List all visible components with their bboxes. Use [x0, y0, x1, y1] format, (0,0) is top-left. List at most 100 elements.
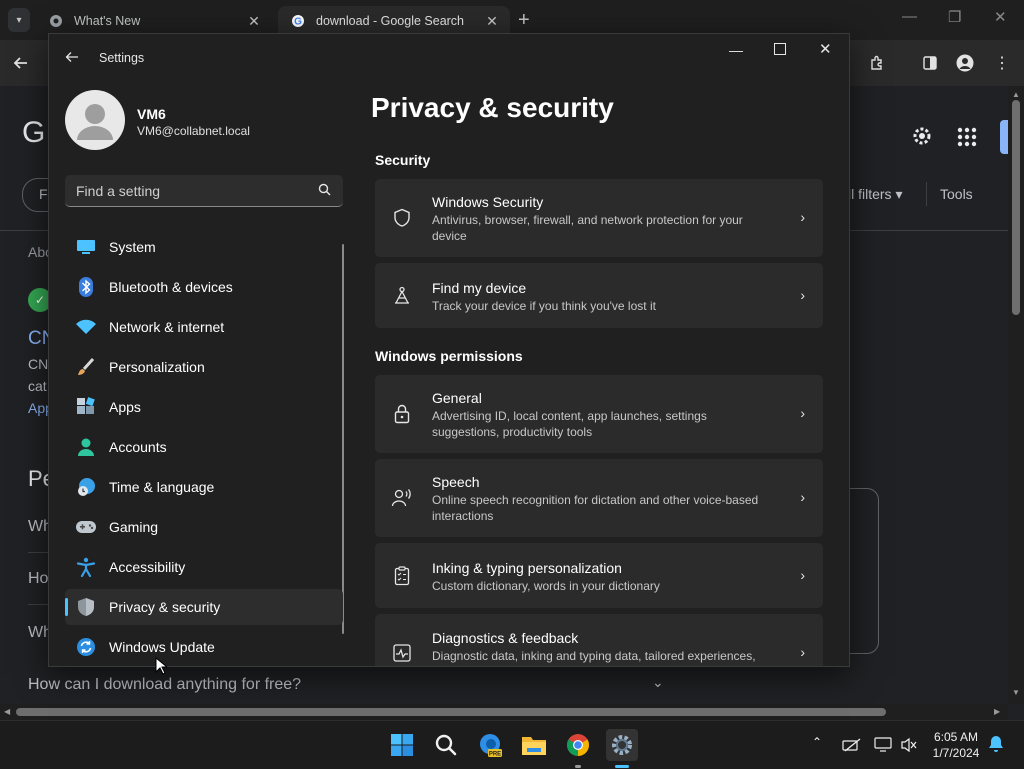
card-title: Windows Security: [432, 194, 544, 210]
card-description: Custom dictionary, words in your diction…: [432, 579, 660, 593]
brush-icon: [75, 356, 97, 378]
profile-icon[interactable]: [952, 50, 978, 76]
card-general[interactable]: General Advertising ID, local content, a…: [375, 375, 823, 453]
chrome-icon[interactable]: [562, 729, 594, 768]
horizontal-scrollbar[interactable]: ◀ ▶: [0, 704, 1008, 720]
tools-button[interactable]: Tools: [940, 186, 973, 202]
gamepad-icon: [75, 516, 97, 538]
chevron-right-icon: ›: [800, 644, 805, 660]
sidebar-item-apps[interactable]: Apps: [65, 389, 343, 425]
volume-muted-icon[interactable]: [900, 737, 918, 758]
chevron-right-icon: ›: [800, 287, 805, 303]
tab-search-dropdown[interactable]: ▾: [8, 8, 30, 32]
lock-icon: [389, 401, 415, 427]
sidebar-item-system[interactable]: System: [65, 229, 343, 265]
tab-whats-new[interactable]: What's New ✕: [36, 6, 272, 36]
chrome-icon: [48, 13, 64, 29]
bluetooth-icon: [75, 276, 97, 298]
card-title: Speech: [432, 474, 480, 490]
back-arrow-icon[interactable]: [65, 50, 81, 66]
card-speech[interactable]: Speech Online speech recognition for dic…: [375, 459, 823, 537]
more-menu-icon[interactable]: ⋮: [989, 50, 1015, 76]
sidebar-item-label: Network & internet: [109, 319, 225, 335]
edge-preview-icon[interactable]: PRE: [474, 729, 506, 761]
card-windows-security[interactable]: Windows Security Antivirus, browser, fir…: [375, 179, 823, 257]
apps-icon: [75, 396, 97, 418]
scrollbar-thumb[interactable]: [1012, 100, 1020, 315]
clock[interactable]: 6:05 AM 1/7/2024: [926, 729, 986, 761]
sidebar-item-privacy-security[interactable]: Privacy & security: [65, 589, 343, 625]
windows-logo-icon: [391, 734, 413, 756]
card-description: Online speech recognition for dictation …: [432, 493, 759, 523]
chevron-down-icon[interactable]: ⌄: [652, 674, 664, 691]
new-tab-button[interactable]: +: [518, 9, 530, 32]
card-description: Antivirus, browser, firewall, and networ…: [432, 213, 743, 243]
chevron-right-icon: ›: [800, 567, 805, 583]
faq-question[interactable]: Ho: [28, 570, 48, 588]
show-hidden-icons-chevron-icon[interactable]: ⌃: [812, 735, 822, 749]
search-input[interactable]: Find a setting: [65, 175, 343, 207]
divider: [28, 604, 48, 605]
tab-google-search[interactable]: G download - Google Search ✕: [278, 6, 510, 36]
sidebar-item-label: Personalization: [109, 359, 205, 375]
scroll-down-icon[interactable]: ▼: [1012, 688, 1020, 697]
sidebar-item-network[interactable]: Network & internet: [65, 309, 343, 345]
minimize-icon[interactable]: —: [729, 42, 743, 58]
section-heading: Security: [375, 152, 431, 168]
sidebar-item-gaming[interactable]: Gaming: [65, 509, 343, 545]
vertical-scrollbar[interactable]: ▲ ▼: [1008, 86, 1024, 704]
card-diagnostics-feedback[interactable]: Diagnostics & feedback Diagnostic data, …: [375, 614, 823, 666]
settings-app-icon[interactable]: [606, 729, 638, 768]
close-icon[interactable]: ✕: [819, 40, 832, 58]
notification-bell-icon[interactable]: [988, 735, 1004, 758]
card-find-my-device[interactable]: Find my device Track your device if you …: [375, 263, 823, 328]
card-description: Track your device if you think you've lo…: [432, 299, 656, 313]
scroll-left-icon[interactable]: ◀: [4, 707, 10, 716]
taskbar: PRE ⌃ 6:05 AM 1/7/2024: [0, 720, 1024, 769]
signin-button[interactable]: [1000, 120, 1008, 154]
sidebar-item-time-language[interactable]: Time & language: [65, 469, 343, 505]
user-email: VM6@collabnet.local: [137, 124, 250, 138]
result-snippet-line: cat: [28, 378, 47, 394]
page-title: Privacy & security: [371, 92, 614, 123]
scroll-up-icon[interactable]: ▲: [1012, 90, 1020, 99]
avatar[interactable]: [65, 90, 125, 150]
scroll-right-icon[interactable]: ▶: [994, 707, 1000, 716]
find-device-icon: [389, 283, 415, 309]
network-disconnected-icon[interactable]: [842, 737, 862, 758]
tab-close-icon[interactable]: ✕: [244, 13, 264, 30]
search-placeholder: Find a setting: [76, 183, 161, 199]
sidebar-item-personalization[interactable]: Personalization: [65, 349, 343, 385]
side-panel-card: [848, 488, 879, 654]
divider: [926, 182, 927, 206]
chevron-right-icon: ›: [800, 209, 805, 225]
extensions-icon[interactable]: [864, 50, 890, 76]
close-icon[interactable]: ✕: [994, 8, 1007, 26]
apps-grid-icon[interactable]: [956, 126, 978, 148]
sidebar-item-windows-update[interactable]: Windows Update: [65, 629, 343, 665]
window-title: Settings: [99, 51, 145, 65]
wifi-icon: [75, 316, 97, 338]
sidebar-item-label: Windows Update: [109, 639, 215, 655]
all-filters-button[interactable]: ll filters ▾: [848, 186, 902, 203]
file-explorer-icon[interactable]: [518, 729, 550, 761]
scrollbar-thumb[interactable]: [16, 708, 886, 716]
tab-close-icon[interactable]: ✕: [482, 13, 502, 30]
side-panel-icon[interactable]: [917, 50, 943, 76]
gear-icon[interactable]: [908, 122, 936, 150]
start-button[interactable]: [386, 729, 418, 761]
search-icon[interactable]: [430, 729, 462, 761]
back-arrow-icon[interactable]: [8, 50, 34, 76]
sidebar-item-bluetooth[interactable]: Bluetooth & devices: [65, 269, 343, 305]
sidebar-item-accessibility[interactable]: Accessibility: [65, 549, 343, 585]
minimize-icon[interactable]: —: [902, 8, 917, 25]
card-inking-typing[interactable]: Inking & typing personalization Custom d…: [375, 543, 823, 608]
shield-outline-icon: [389, 205, 415, 231]
search-icon[interactable]: [318, 183, 331, 201]
maximize-icon[interactable]: [774, 43, 786, 55]
restore-icon[interactable]: ❐: [948, 8, 961, 26]
sidebar-item-accounts[interactable]: Accounts: [65, 429, 343, 465]
display-icon[interactable]: [874, 737, 892, 758]
speech-icon: [389, 485, 415, 511]
clipboard-icon: [389, 563, 415, 589]
